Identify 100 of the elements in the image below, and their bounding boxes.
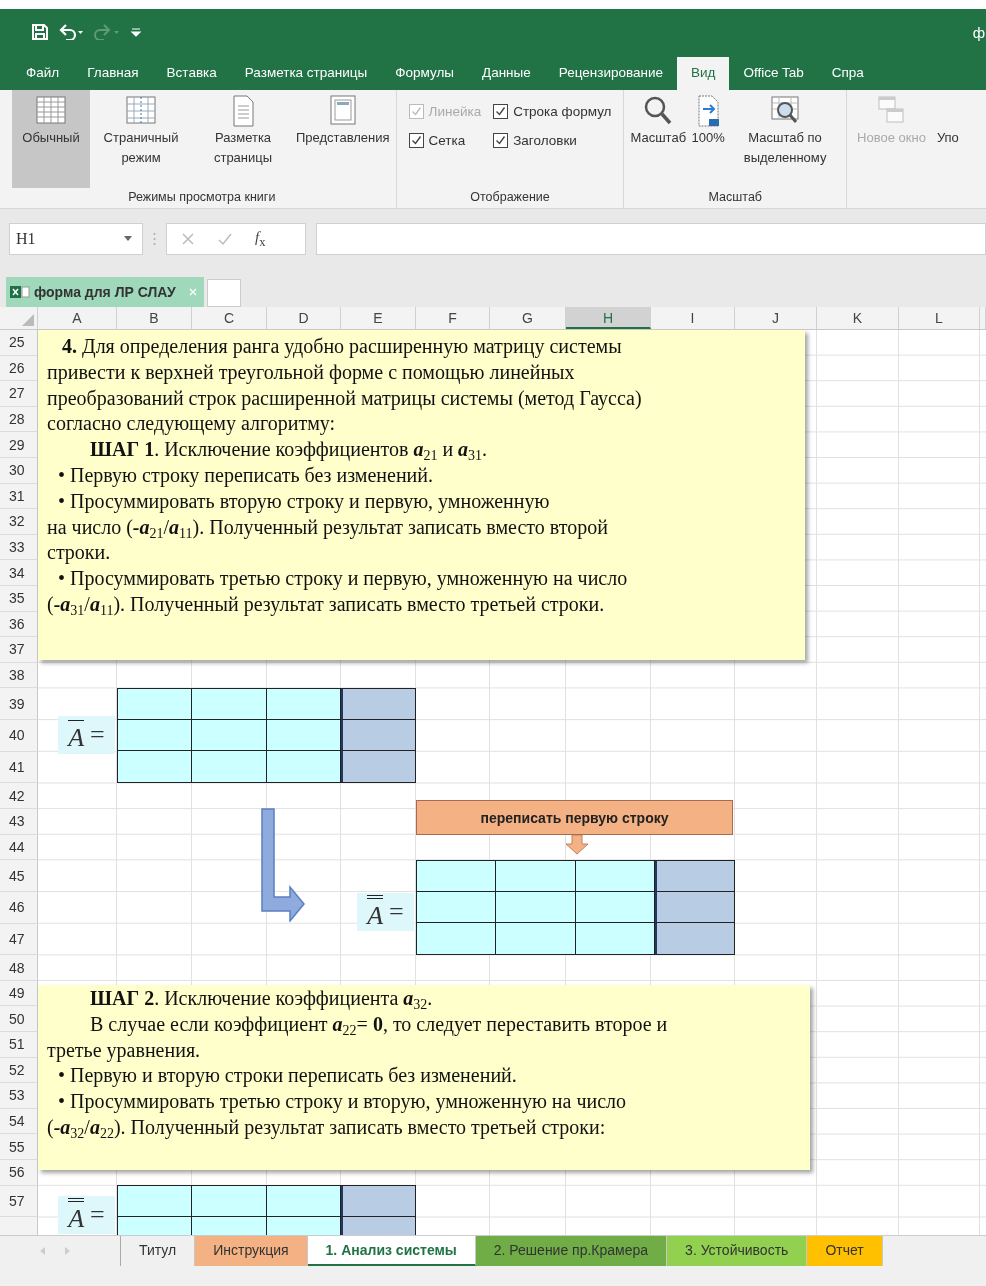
row-header[interactable]: 36 bbox=[0, 611, 38, 638]
row-header[interactable]: 52 bbox=[0, 1057, 38, 1084]
text-line: на число (-a$_{21}$/a$_{11}$). Полученный результат записать вместо второй bbox=[47, 514, 608, 541]
row-header[interactable]: 44 bbox=[0, 834, 38, 861]
row-header[interactable]: 40 bbox=[0, 720, 38, 752]
column-header[interactable]: D bbox=[267, 307, 341, 329]
cancel-icon[interactable] bbox=[181, 232, 195, 246]
row-header[interactable]: 28 bbox=[0, 406, 38, 433]
ribbon-button[interactable]: Разметка страницы bbox=[192, 90, 294, 188]
column-header[interactable]: K bbox=[817, 307, 899, 329]
formula-input[interactable] bbox=[316, 223, 986, 255]
sheet-tab[interactable]: 3. Устойчивость bbox=[667, 1236, 808, 1266]
close-icon[interactable] bbox=[187, 287, 198, 297]
row-header[interactable]: 32 bbox=[0, 509, 38, 535]
column-header[interactable]: J bbox=[735, 307, 817, 329]
ribbon-tab[interactable]: Разметка страницы bbox=[230, 57, 382, 90]
text-line: согласно следующему алгоритму: bbox=[47, 411, 336, 437]
row-header[interactable]: 42 bbox=[0, 783, 38, 809]
column-header[interactable]: A bbox=[38, 307, 117, 329]
row-header[interactable]: 29 bbox=[0, 432, 38, 458]
ribbon-tab[interactable]: Главная bbox=[73, 57, 153, 90]
text-line: • Первую строку переписать без изменений. bbox=[58, 463, 433, 489]
ribbon-tab[interactable]: Данные bbox=[468, 57, 545, 90]
row-header[interactable]: 53 bbox=[0, 1083, 38, 1109]
column-header[interactable]: E bbox=[341, 307, 416, 329]
checkbox[interactable]: Заголовки bbox=[493, 133, 612, 148]
row-header[interactable]: 48 bbox=[0, 955, 38, 981]
column-header[interactable]: B bbox=[117, 307, 192, 329]
ribbon-tab[interactable]: Спра bbox=[817, 57, 878, 90]
ribbon-tab[interactable]: Рецензирование bbox=[544, 57, 678, 90]
row-header[interactable]: 56 bbox=[0, 1159, 38, 1186]
scroll-left-icon[interactable] bbox=[38, 1246, 46, 1256]
group-label: Масштаб bbox=[707, 189, 763, 206]
worksheet-grid[interactable] bbox=[0, 330, 986, 1235]
text-line: • Первую и вторую строки переписать без изменений. bbox=[58, 1063, 517, 1089]
sheet-tab[interactable]: Инструкция bbox=[195, 1236, 308, 1266]
text-line: строки. bbox=[47, 540, 111, 566]
text-line: привести к верхней треугольной форме с помощью линейных bbox=[47, 359, 575, 386]
new-tab-button[interactable] bbox=[206, 279, 241, 307]
row-header[interactable]: 54 bbox=[0, 1108, 38, 1135]
ribbon-button[interactable]: Страничный режим bbox=[90, 90, 192, 188]
name-box[interactable]: H1 bbox=[9, 223, 143, 255]
text-line: В случае если коэффициент a$_{22}$= 0, то следует переставить второе и bbox=[90, 1011, 668, 1038]
row-header[interactable]: 55 bbox=[0, 1134, 38, 1160]
checkbox[interactable]: Строка формул bbox=[493, 104, 612, 119]
row-header[interactable]: 38 bbox=[0, 662, 38, 689]
check-icon bbox=[410, 135, 422, 146]
row-header[interactable]: 47 bbox=[0, 923, 38, 956]
text-line: преобразований строк расширенной матрицы системы (метод Гаусса) bbox=[47, 385, 642, 412]
row-header[interactable]: 39 bbox=[0, 688, 38, 720]
row-header[interactable]: 51 bbox=[0, 1032, 38, 1058]
column-header[interactable]: F bbox=[416, 307, 490, 329]
row-header[interactable]: 27 bbox=[0, 381, 38, 407]
undo-icon[interactable] bbox=[58, 24, 84, 40]
column-header[interactable]: H bbox=[566, 307, 651, 329]
row-header[interactable]: 26 bbox=[0, 355, 38, 382]
spreadsheet-icon bbox=[10, 285, 30, 299]
checkbox[interactable]: Сетка bbox=[408, 133, 482, 148]
column-header[interactable]: L bbox=[899, 307, 980, 329]
row-header[interactable]: 25 bbox=[0, 330, 38, 356]
sheet-tab[interactable]: 1. Анализ системы bbox=[307, 1236, 476, 1266]
insert-function-button[interactable]: f$_{x}$ bbox=[255, 228, 266, 250]
row-header[interactable]: 33 bbox=[0, 534, 38, 561]
row-header[interactable]: 46 bbox=[0, 891, 38, 924]
ribbon-tab[interactable]: Файл bbox=[12, 57, 74, 90]
check-icon[interactable] bbox=[217, 232, 233, 246]
row-header[interactable]: 31 bbox=[0, 483, 38, 510]
ribbon-tab[interactable]: Вставка bbox=[152, 57, 231, 90]
sheet-tab[interactable]: Отчет bbox=[807, 1236, 883, 1266]
row-header[interactable]: 50 bbox=[0, 1006, 38, 1032]
sheet-tab[interactable]: 2. Решение пр.Крамера bbox=[475, 1236, 668, 1266]
row-header[interactable]: 35 bbox=[0, 585, 38, 612]
row-header[interactable]: 43 bbox=[0, 808, 38, 835]
scroll-right-icon[interactable] bbox=[64, 1246, 72, 1256]
row-header[interactable]: 49 bbox=[0, 980, 38, 1007]
ribbon-button[interactable]: Обычный bbox=[12, 90, 90, 188]
select-all-icon[interactable] bbox=[22, 314, 34, 326]
row-header[interactable]: 37 bbox=[0, 637, 38, 663]
group-label: Отображение bbox=[469, 189, 551, 206]
column-header[interactable]: I bbox=[651, 307, 735, 329]
ribbon-button[interactable]: Упо bbox=[927, 90, 968, 208]
document-tab[interactable]: форма для ЛР СЛАУ bbox=[6, 277, 204, 307]
ribbon-button[interactable]: Масштаб по выделенному bbox=[728, 90, 843, 188]
ribbon-button[interactable]: Представления bbox=[294, 90, 392, 188]
ribbon-tab[interactable]: Вид bbox=[677, 57, 730, 90]
text-line: • Просуммировать третью строку и вторую, умноженную на число bbox=[58, 1089, 627, 1115]
ribbon-button[interactable]: Масштаб bbox=[628, 90, 689, 188]
text-line: (-a$_{32}$/a$_{22}$). Полученный результат записать вместо третьей строки: bbox=[47, 1115, 606, 1141]
text-line: ШАГ 1. Исключение коэффициентов a$_{21}$ и a$_{31}$. bbox=[90, 437, 488, 463]
row-header[interactable]: 45 bbox=[0, 860, 38, 892]
customize-icon[interactable] bbox=[130, 26, 142, 38]
ribbon-tab[interactable]: Office Tab bbox=[729, 57, 818, 90]
row-header[interactable]: 57 bbox=[0, 1185, 38, 1218]
row-header[interactable]: 30 bbox=[0, 457, 38, 484]
column-header[interactable]: C bbox=[192, 307, 267, 329]
row-header[interactable]: 41 bbox=[0, 751, 38, 784]
row-header[interactable]: 34 bbox=[0, 560, 38, 586]
ribbon-tab[interactable]: Формулы bbox=[381, 57, 468, 90]
ribbon-button[interactable]: 100% bbox=[688, 90, 729, 188]
save-icon[interactable] bbox=[32, 24, 48, 40]
